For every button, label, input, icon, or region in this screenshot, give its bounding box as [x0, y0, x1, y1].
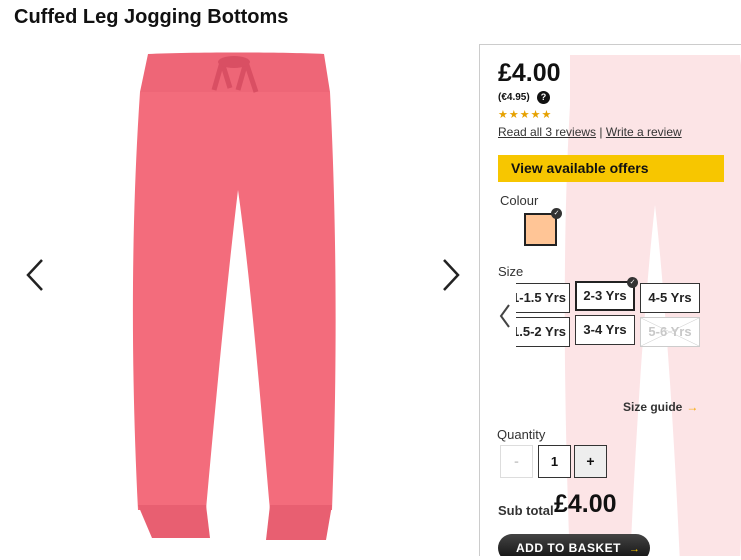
- star-rating: ★★★★★: [498, 109, 553, 121]
- quantity-increase-button[interactable]: +: [574, 445, 607, 478]
- arrow-right-icon: →: [686, 400, 699, 414]
- euro-price: (€4.95): [498, 92, 530, 103]
- size-option-out-of-stock: 5-6 Yrs: [640, 317, 700, 347]
- size-option[interactable]: 4-5 Yrs: [640, 283, 700, 313]
- price: £4.00: [498, 59, 561, 87]
- product-image-gallery: [0, 40, 478, 555]
- product-image[interactable]: [0, 40, 478, 555]
- size-option[interactable]: 3-4 Yrs: [575, 315, 635, 345]
- read-reviews-link[interactable]: Read all 3 reviews: [498, 125, 596, 139]
- size-option[interactable]: 1-1.5 Yrs: [516, 283, 570, 313]
- write-review-link[interactable]: Write a review: [606, 125, 682, 139]
- quantity-decrease-button[interactable]: -: [500, 445, 533, 478]
- page-title: Cuffed Leg Jogging Bottoms: [14, 6, 289, 28]
- next-image-arrow[interactable]: [436, 255, 466, 295]
- size-guide-link[interactable]: Size guide →: [623, 400, 698, 414]
- reviews-links: Read all 3 reviews | Write a review: [498, 125, 682, 139]
- size-label: Size: [498, 264, 524, 279]
- add-to-basket-label: ADD TO BASKET: [516, 541, 621, 555]
- selected-size-check-icon: ✓: [627, 277, 638, 288]
- colour-label: Colour: [500, 193, 539, 208]
- size-option-selected[interactable]: 2-3 Yrs: [575, 281, 635, 311]
- size-options: 1-1.5 Yrs 2-3 Yrs 4-5 Yrs 1.5-2 Yrs 3-4 …: [516, 281, 741, 351]
- product-details-panel: £4.00 (€4.95) ? ★★★★★ Read all 3 reviews…: [479, 44, 741, 556]
- subtotal-value: £4.00: [554, 490, 617, 518]
- add-to-basket-button[interactable]: ADD TO BASKET →: [498, 534, 650, 556]
- quantity-label: Quantity: [497, 427, 546, 442]
- selected-check-icon: ✓: [551, 208, 562, 219]
- size-option[interactable]: 1.5-2 Yrs: [516, 317, 570, 347]
- colour-swatch-peach[interactable]: [524, 213, 557, 246]
- arrow-right-icon: →: [628, 543, 641, 555]
- size-guide-label: Size guide: [623, 400, 683, 414]
- quantity-input[interactable]: 1: [538, 445, 571, 478]
- view-offers-button[interactable]: View available offers: [498, 155, 724, 182]
- subtotal-label: Sub total: [498, 503, 554, 518]
- help-icon[interactable]: ?: [537, 91, 550, 104]
- reviews-separator: |: [599, 125, 603, 139]
- size-prev-arrow[interactable]: [497, 302, 513, 330]
- previous-image-arrow[interactable]: [20, 255, 50, 295]
